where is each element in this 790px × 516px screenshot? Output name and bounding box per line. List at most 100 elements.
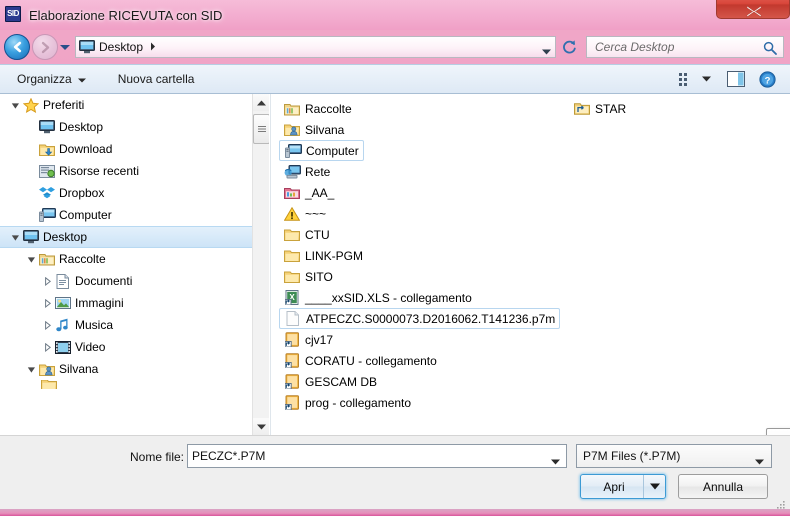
nav-item-download[interactable]: Download	[0, 138, 269, 160]
history-dropdown-button[interactable]	[58, 36, 72, 58]
tree-expander[interactable]	[24, 211, 38, 220]
tree-expander[interactable]	[8, 101, 22, 110]
scroll-down-icon	[257, 424, 266, 429]
scrollbar-thumb[interactable]	[253, 114, 269, 144]
nav-item-label: Desktop	[59, 120, 104, 134]
navigation-pane-scrollbar[interactable]	[252, 94, 269, 435]
file-list-item[interactable]: _AA_	[279, 182, 338, 203]
nav-item-computer[interactable]: Computer	[0, 204, 269, 226]
view-dropdown-button[interactable]	[698, 73, 719, 85]
address-dropdown-button[interactable]	[542, 44, 551, 58]
nav-item-video[interactable]: Video	[0, 336, 269, 358]
open-button[interactable]: Apri	[580, 474, 666, 499]
back-button[interactable]	[4, 34, 30, 60]
filetype-dropdown-button[interactable]	[755, 454, 764, 468]
nav-item-silvana[interactable]: Silvana	[0, 358, 269, 380]
tree-expander-expanded-icon[interactable]	[11, 101, 20, 110]
nav-item-documenti[interactable]: Documenti	[0, 270, 269, 292]
nav-item-risorse-recenti[interactable]: Risorse recenti	[0, 160, 269, 182]
tree-expander-none[interactable]	[27, 189, 36, 198]
search-icon	[763, 41, 777, 58]
breadcrumb[interactable]: Desktop	[76, 40, 160, 54]
nav-item-desktop[interactable]: Desktop	[0, 226, 269, 248]
breadcrumb-item-desktop[interactable]: Desktop	[99, 40, 143, 54]
file-list-item[interactable]: STAR	[569, 98, 630, 119]
filename-dropdown-button[interactable]	[551, 454, 560, 468]
file-list-item[interactable]: Rete	[279, 161, 334, 182]
organize-button[interactable]: Organizza	[10, 69, 93, 89]
nav-item-label: Download	[59, 142, 113, 156]
file-list-item[interactable]: prog - collegamento	[279, 392, 415, 413]
help-button[interactable]: ?	[753, 68, 782, 91]
nav-item-preferiti[interactable]: Preferiti	[0, 94, 269, 116]
nav-item-desktop[interactable]: Desktop	[0, 116, 269, 138]
preview-pane-icon	[727, 71, 745, 87]
chevron-down-icon	[551, 459, 560, 465]
file-list-item[interactable]: X ____xxSID.XLS - collegamento	[279, 287, 476, 308]
nav-item-raccolte[interactable]: Raccolte	[0, 248, 269, 270]
file-list-item[interactable]: Silvana	[279, 119, 348, 140]
file-list-item[interactable]: cjv17	[279, 329, 337, 350]
filename-value[interactable]: PECZC*.P7M	[192, 449, 265, 463]
tree-expander-none[interactable]	[27, 167, 36, 176]
search-box[interactable]: Cerca Desktop	[586, 36, 784, 58]
nav-item-musica[interactable]: Musica	[0, 314, 269, 336]
refresh-button[interactable]	[558, 36, 580, 58]
nav-item-label: Raccolte	[59, 252, 106, 266]
nav-item-immagini[interactable]: Immagini	[0, 292, 269, 314]
tree-expander-collapsed-icon[interactable]	[43, 276, 52, 286]
address-bar[interactable]: Desktop	[75, 36, 556, 58]
tree-expander[interactable]	[40, 342, 54, 352]
file-list-item[interactable]: CTU	[279, 224, 334, 245]
tree-expander[interactable]	[40, 276, 54, 286]
scroll-down-button[interactable]	[253, 418, 269, 435]
tree-expander-collapsed-icon[interactable]	[43, 298, 52, 308]
file-list-pane[interactable]: Raccolte Silvana Computer Rete _AA_ ~~~ CTU LIN…	[270, 94, 790, 435]
open-split-dropdown[interactable]	[643, 475, 665, 498]
view-options-button[interactable]	[674, 69, 698, 90]
desktop-icon	[38, 120, 56, 134]
file-list-item[interactable]: ATPECZC.S0000073.D2016062.T141236.p7m	[279, 308, 561, 329]
filename-input[interactable]: PECZC*.P7M	[187, 444, 567, 468]
tree-expander-expanded-icon[interactable]	[27, 255, 36, 264]
navigation-pane[interactable]: Preferiti Desktop Download Risorse recenti D…	[0, 94, 270, 435]
cancel-button[interactable]: Annulla	[678, 474, 768, 499]
tree-expander-collapsed-icon[interactable]	[43, 320, 52, 330]
file-list-item[interactable]: LINK-PGM	[279, 245, 367, 266]
new-folder-button[interactable]: Nuova cartella	[111, 69, 202, 89]
forward-button[interactable]	[32, 34, 58, 60]
file-list-item[interactable]: CORATU - collegamento	[279, 350, 441, 371]
preview-pane-button[interactable]	[719, 68, 753, 90]
nav-item-clipped[interactable]	[0, 380, 269, 389]
tree-expander[interactable]	[8, 233, 22, 242]
search-input[interactable]: Cerca Desktop	[595, 40, 674, 54]
tree-expander[interactable]	[24, 189, 38, 198]
tree-expander[interactable]	[24, 167, 38, 176]
filetype-select[interactable]: P7M Files (*.P7M)	[576, 444, 772, 468]
close-button[interactable]	[716, 0, 790, 19]
tree-expander-none[interactable]	[27, 123, 36, 132]
scroll-up-button[interactable]	[253, 94, 269, 111]
tree-expander[interactable]	[24, 365, 38, 374]
download-folder-icon	[39, 144, 55, 156]
tree-expander-expanded-icon[interactable]	[27, 365, 36, 374]
file-list-item-label: Rete	[305, 164, 331, 179]
tree-expander[interactable]	[24, 255, 38, 264]
tree-expander[interactable]	[40, 298, 54, 308]
tree-expander[interactable]	[24, 145, 38, 154]
libraries-icon	[39, 254, 55, 266]
file-list-item[interactable]: SITO	[279, 266, 337, 287]
nav-item-dropbox[interactable]: Dropbox	[0, 182, 269, 204]
tree-expander[interactable]	[24, 123, 38, 132]
tree-expander-collapsed-icon[interactable]	[43, 342, 52, 352]
tree-expander-expanded-icon[interactable]	[11, 233, 20, 242]
file-list-item[interactable]: GESCAM DB	[279, 371, 381, 392]
tree-expander-none[interactable]	[27, 211, 36, 220]
file-list-item[interactable]: ~~~	[279, 203, 330, 224]
file-list-item[interactable]: Computer	[279, 140, 364, 161]
breadcrumb-separator[interactable]	[150, 40, 156, 54]
tree-expander-none[interactable]	[27, 145, 36, 154]
tree-expander[interactable]	[40, 320, 54, 330]
file-list-item[interactable]: Raccolte	[279, 98, 356, 119]
nav-item-label: Silvana	[59, 362, 99, 376]
